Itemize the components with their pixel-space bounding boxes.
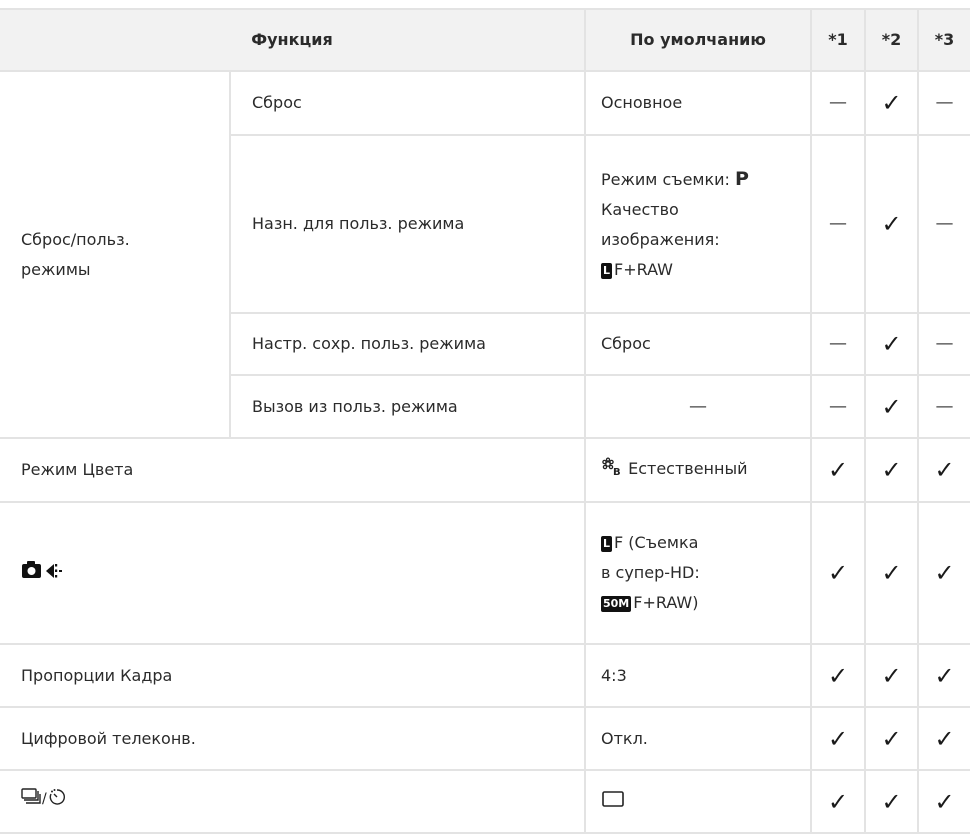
large-size-icon: L (601, 262, 613, 279)
row-col-3: ✓ (917, 706, 970, 771)
row-col-1: ✓ (810, 437, 866, 503)
row-col-2: ✓ (864, 643, 919, 708)
svg-text:/: / (42, 791, 47, 807)
row-default (584, 769, 812, 834)
row-label: Сброс (229, 70, 586, 136)
row-label: Вызов из польз. режима (230, 374, 586, 439)
row-default: Режим съемки: P Качество изображения: LF… (584, 134, 812, 314)
row-default: 4:3 (584, 643, 812, 708)
row-col-1: ✓ (810, 643, 866, 708)
row-label: Пропорции Кадра (0, 643, 586, 708)
row-col-2: ✓ (864, 312, 919, 376)
row-col-3: — (917, 374, 970, 439)
table-row: LF (Съемка в супер-HD: 50M F+RAW) ✓ ✓ ✓ (0, 501, 970, 645)
table-row: Режим Цвета B Естественный ✓ ✓ ✓ (0, 437, 970, 503)
single-shot-icon (601, 788, 625, 818)
header-function: Функция (0, 8, 586, 72)
table-row: / ✓ ✓ ✓ (0, 769, 970, 834)
row-col-2: ✓ (864, 501, 919, 645)
row-col-2: ✓ (864, 374, 919, 439)
row-label (0, 501, 586, 645)
row-col-3: — (917, 70, 970, 136)
row-col-2: ✓ (864, 769, 919, 834)
row-label: Настр. сохр. польз. режима (230, 312, 586, 376)
header-col-3: *3 (917, 8, 970, 72)
row-col-1: — (810, 374, 866, 439)
row-col-2: ✓ (864, 134, 919, 314)
row-label: Режим Цвета (0, 437, 586, 503)
row-col-1: — (810, 312, 866, 376)
row-default: LF (Съемка в супер-HD: 50M F+RAW) (584, 501, 812, 645)
row-col-1: — (810, 134, 866, 314)
table-row: Пропорции Кадра 4:3 ✓ ✓ ✓ (0, 643, 970, 708)
row-label: Назн. для польз. режима (230, 134, 586, 314)
row-col-3: ✓ (917, 769, 970, 834)
row-col-2: ✓ (864, 437, 919, 503)
row-col-3: — (917, 134, 970, 314)
row-default: Откл. (584, 706, 812, 771)
row-col-2: ✓ (864, 70, 919, 136)
svg-text:B: B (613, 467, 621, 477)
row-col-1: ✓ (810, 769, 866, 834)
table-row: Цифровой телеконв. Откл. ✓ ✓ ✓ (0, 706, 970, 771)
row-label: / (0, 769, 586, 834)
row-default: Основное (584, 70, 812, 136)
row-label: Цифровой телеконв. (0, 706, 586, 771)
row-col-3: ✓ (917, 437, 970, 503)
row-col-3: ✓ (917, 643, 970, 708)
table-row: Сброс/польз. режимы Сброс Основное — ✓ — (0, 70, 970, 439)
header-row: Функция По умолчанию *1 *2 *3 (0, 8, 970, 72)
settings-table: Функция По умолчанию *1 *2 *3 Сброс/поль… (0, 8, 970, 834)
row-col-1: ✓ (810, 706, 866, 771)
header-col-2: *2 (864, 8, 919, 72)
shooting-mode-p: P (735, 167, 749, 190)
row-default: — (584, 374, 812, 439)
row-default: B Естественный (584, 437, 812, 503)
picture-mode-natural-icon: B (601, 456, 623, 487)
row-col-3: ✓ (917, 501, 970, 645)
drive-self-timer-icon: / (21, 786, 67, 818)
row-default: Сброс (584, 312, 812, 376)
row-col-1: — (810, 70, 866, 136)
header-default: По умолчанию (584, 8, 812, 72)
large-size-icon: L (601, 536, 613, 552)
row-col-3: — (917, 312, 970, 376)
50m-resolution-icon: 50M (601, 596, 632, 612)
group-reset-label: Сброс/польз. режимы (0, 70, 231, 439)
row-col-1: ✓ (810, 501, 866, 645)
header-col-1: *1 (810, 8, 866, 72)
row-col-2: ✓ (864, 706, 919, 771)
camera-image-quality-icon (21, 558, 69, 590)
